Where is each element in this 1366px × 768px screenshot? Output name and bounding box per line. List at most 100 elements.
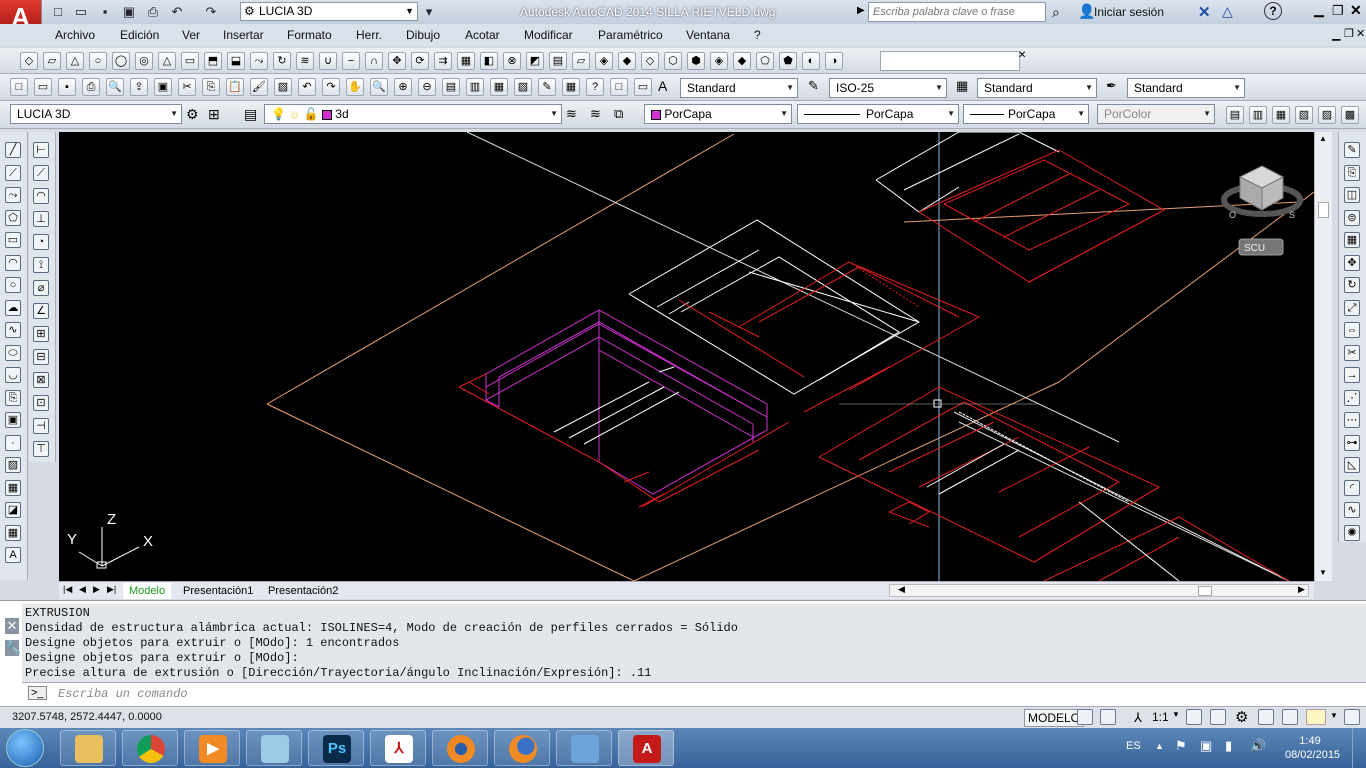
spline-icon[interactable]: ∿ bbox=[5, 322, 21, 338]
workspace-save-icon[interactable]: ⊞ bbox=[208, 106, 220, 123]
show-desktop-button[interactable] bbox=[1352, 728, 1366, 768]
annotation-visibility-icon[interactable] bbox=[1186, 709, 1202, 725]
undo-icon[interactable]: ↶ bbox=[298, 78, 316, 96]
make-block-icon[interactable]: ▣ bbox=[5, 412, 21, 428]
construction-line-icon[interactable]: ⟋ bbox=[5, 164, 21, 181]
jogged-icon[interactable]: ⟟ bbox=[33, 257, 49, 273]
taskbar-chrome[interactable] bbox=[122, 730, 178, 766]
layer-tool-icon[interactable]: ▦ bbox=[1272, 106, 1290, 124]
copy-icon[interactable]: ⎘ bbox=[202, 78, 220, 96]
quick-view-drawings-icon[interactable] bbox=[1100, 709, 1116, 725]
expand-search-icon[interactable]: ▶ bbox=[857, 5, 865, 16]
status-menu-icon[interactable]: ▼ bbox=[1330, 711, 1338, 720]
sheet-set-icon[interactable]: ▧ bbox=[514, 78, 532, 96]
stretch-icon[interactable]: ⇔ bbox=[1344, 322, 1360, 338]
fillet-icon[interactable]: ◜ bbox=[1344, 479, 1360, 496]
union-icon[interactable]: ∪ bbox=[319, 52, 337, 70]
make-current-layer-icon[interactable]: ≋ bbox=[566, 106, 577, 122]
open-icon[interactable]: ▭ bbox=[34, 78, 52, 96]
device-icon[interactable]: ▣ bbox=[1200, 738, 1212, 754]
taskbar-media[interactable]: ▶ bbox=[184, 730, 240, 766]
zoom-previous-icon[interactable]: ⊖ bbox=[418, 78, 436, 96]
continue-icon[interactable]: ⊠ bbox=[33, 372, 49, 388]
show-hidden-icons-icon[interactable]: ▲ bbox=[1155, 741, 1164, 751]
workspace-combo[interactable]: LUCIA 3D ▼ bbox=[10, 104, 182, 124]
sign-in-link[interactable]: Iniciar sesión bbox=[1094, 5, 1164, 19]
drawing-viewport[interactable]: Z X Y O S SCU bbox=[59, 132, 1314, 581]
rectangle-icon[interactable]: ▭ bbox=[5, 232, 21, 248]
exchange-icon[interactable]: ✕ bbox=[1198, 3, 1211, 21]
menu-archivo[interactable]: Archivo bbox=[55, 28, 95, 42]
restore-icon[interactable]: ❐ bbox=[1332, 3, 1344, 19]
move-icon[interactable]: ✥ bbox=[1344, 254, 1360, 271]
taskbar-photoshop[interactable]: Ps bbox=[308, 730, 364, 766]
layer-tool-icon[interactable]: ▥ bbox=[1249, 106, 1267, 124]
layer-tool-icon[interactable]: ▧ bbox=[1295, 106, 1313, 124]
copy-edges-icon[interactable]: ◇ bbox=[641, 52, 659, 70]
menu-herr[interactable]: Herr. bbox=[356, 28, 382, 42]
delete-faces-icon[interactable]: ◆ bbox=[733, 52, 751, 70]
color-combo[interactable]: PorCapa ▼ bbox=[644, 104, 792, 124]
doc-minimize-icon[interactable]: ▁ bbox=[1332, 28, 1340, 41]
box-icon[interactable]: ◇ bbox=[20, 52, 38, 70]
scroll-down-icon[interactable]: ▼ bbox=[1319, 568, 1327, 577]
offset-icon[interactable]: ⊜ bbox=[1344, 209, 1360, 226]
extract-edges-icon[interactable]: ▱ bbox=[572, 52, 590, 70]
menu-modificar[interactable]: Modificar bbox=[524, 28, 573, 42]
mirror-icon[interactable]: ◫ bbox=[1344, 187, 1360, 203]
command-input[interactable]: Escriba un comando bbox=[22, 682, 1366, 706]
torus-icon[interactable]: ◎ bbox=[135, 52, 153, 70]
extrude-faces-icon[interactable]: ⬡ bbox=[664, 52, 682, 70]
color-edges-icon[interactable]: ◆ bbox=[618, 52, 636, 70]
revolve-icon[interactable]: ↻ bbox=[273, 52, 291, 70]
print-icon[interactable]: ⎙ bbox=[144, 3, 162, 21]
layer-combo[interactable]: 💡 ☼ 🔓 3d ▼ bbox=[264, 104, 562, 124]
menu-edicion[interactable]: Edición bbox=[120, 28, 159, 42]
break-at-point-icon[interactable]: ⋰ bbox=[1344, 389, 1360, 406]
tab-presentacion2[interactable]: Presentación2 bbox=[262, 583, 344, 599]
aligned-dimension-icon[interactable]: ⟋ bbox=[33, 165, 49, 181]
user-icon[interactable]: 👤 bbox=[1078, 3, 1095, 20]
lineweight-combo[interactable]: PorCapa ▼ bbox=[963, 104, 1089, 124]
arc-icon[interactable]: ◠ bbox=[5, 254, 21, 271]
dimension-space-icon[interactable]: ⊡ bbox=[33, 395, 49, 411]
hardware-acceleration-icon[interactable] bbox=[1282, 709, 1298, 725]
join-icon[interactable]: ⊶ bbox=[1344, 434, 1360, 451]
new-icon[interactable]: □ bbox=[49, 3, 67, 21]
imprint-icon[interactable]: ◈ bbox=[595, 52, 613, 70]
revision-cloud-icon[interactable]: ☁ bbox=[5, 299, 21, 316]
diameter-icon[interactable]: ⌀ bbox=[33, 280, 49, 296]
polygon-icon[interactable]: ⬠ bbox=[5, 209, 21, 226]
scroll-up-icon[interactable]: ▲ bbox=[1319, 134, 1327, 143]
publish-icon[interactable]: ⇪ bbox=[130, 78, 148, 96]
sphere-icon[interactable]: ○ bbox=[89, 52, 107, 70]
offset-faces-icon[interactable]: ◈ bbox=[710, 52, 728, 70]
layer-tool-icon[interactable]: ▩ bbox=[1341, 106, 1359, 124]
3d-print-icon[interactable]: ▣ bbox=[154, 78, 172, 96]
blend-icon[interactable]: ∿ bbox=[1344, 502, 1360, 518]
cone-icon[interactable]: △ bbox=[66, 52, 84, 70]
plot-preview-icon[interactable]: 🔍 bbox=[106, 78, 124, 96]
customize-quick-access-icon[interactable]: ▾ bbox=[420, 3, 438, 21]
hatch-icon[interactable]: ▨ bbox=[5, 457, 21, 473]
explode-icon[interactable]: ✺ bbox=[1344, 524, 1360, 541]
separate-icon[interactable]: ◐ bbox=[802, 52, 820, 70]
linear-dimension-icon[interactable]: ⊢ bbox=[33, 142, 49, 158]
scroll-right-icon[interactable]: ▶ bbox=[1298, 584, 1305, 595]
doc-restore-icon[interactable]: ❐ bbox=[1344, 27, 1354, 40]
open-icon[interactable]: ▭ bbox=[72, 3, 90, 21]
model-space-toggle[interactable]: MODELO bbox=[1024, 709, 1085, 727]
3d-align-icon[interactable]: ⇉ bbox=[434, 52, 452, 70]
extrude-icon[interactable]: ⬒ bbox=[204, 52, 222, 70]
quickcalc-icon[interactable]: ▦ bbox=[562, 78, 580, 96]
zoom-realtime-icon[interactable]: 🔍 bbox=[370, 78, 388, 96]
angular-icon[interactable]: ∠ bbox=[33, 303, 49, 319]
menu-parametrico[interactable]: Paramétrico bbox=[598, 28, 663, 42]
break-icon[interactable]: ⋯ bbox=[1344, 412, 1360, 428]
toolbar-close-icon[interactable]: ✕ bbox=[1018, 50, 1026, 61]
move-faces-icon[interactable]: ⬢ bbox=[687, 52, 705, 70]
point-icon[interactable]: · bbox=[5, 434, 21, 451]
slice-icon[interactable]: ◧ bbox=[480, 52, 498, 70]
taskbar-acrobat[interactable]: ⅄ bbox=[370, 730, 426, 766]
toolbar-combo-empty[interactable] bbox=[880, 51, 1020, 71]
